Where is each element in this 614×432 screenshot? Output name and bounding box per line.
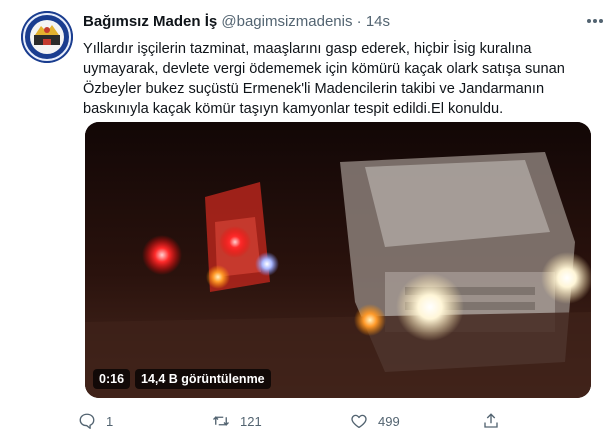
retweet-button[interactable]: 121 [210, 410, 262, 432]
tweet-text-line: baskınıyla kaçak kömür taşıyn kamyonlar … [83, 101, 504, 117]
more-options-button[interactable] [582, 10, 608, 32]
tweet-text-line: Yıllardır işçilerin tazminat, maaşlarını… [83, 41, 532, 57]
tweet[interactable]: Bağımsız Maden İş @bagimsizmadenis · 14s… [0, 0, 614, 431]
avatar[interactable] [21, 11, 73, 63]
video-duration: 0:16 [93, 369, 131, 389]
retweet-icon [210, 410, 232, 432]
more-dots-icon [587, 19, 603, 23]
tweet-text-line: uymayarak, devlete vergi ödememek için k… [83, 61, 565, 77]
like-button[interactable]: 499 [348, 410, 400, 432]
union-logo-icon [21, 11, 73, 63]
tweet-time[interactable]: 14s [366, 13, 390, 30]
like-count: 499 [378, 413, 400, 429]
separator: · [356, 13, 362, 30]
tweet-header: Bağımsız Maden İş @bagimsizmadenis · 14s [83, 13, 602, 35]
reply-button[interactable]: 1 [76, 410, 113, 432]
author-name[interactable]: Bağımsız Maden İş [83, 13, 217, 30]
tweet-text-line: Özbeyler bukez suçüstü Ermenek'li Madenc… [83, 81, 545, 97]
share-icon [480, 410, 502, 432]
reply-count: 1 [106, 413, 114, 429]
action-bar: 1 121 499 [76, 410, 586, 432]
reply-icon [76, 410, 98, 432]
retweet-count: 121 [240, 413, 262, 429]
tweet-text: Yıllardır işçilerin tazminat, maaşlarını… [83, 39, 583, 119]
video-frame [85, 122, 591, 398]
video-view-count: 14,4 B görüntülenme [135, 369, 271, 389]
video-player[interactable]: 0:16 14,4 B görüntülenme [85, 122, 591, 398]
share-button[interactable] [480, 410, 510, 432]
author-handle[interactable]: @bagimsizmadenis [221, 13, 352, 30]
heart-icon [348, 410, 370, 432]
